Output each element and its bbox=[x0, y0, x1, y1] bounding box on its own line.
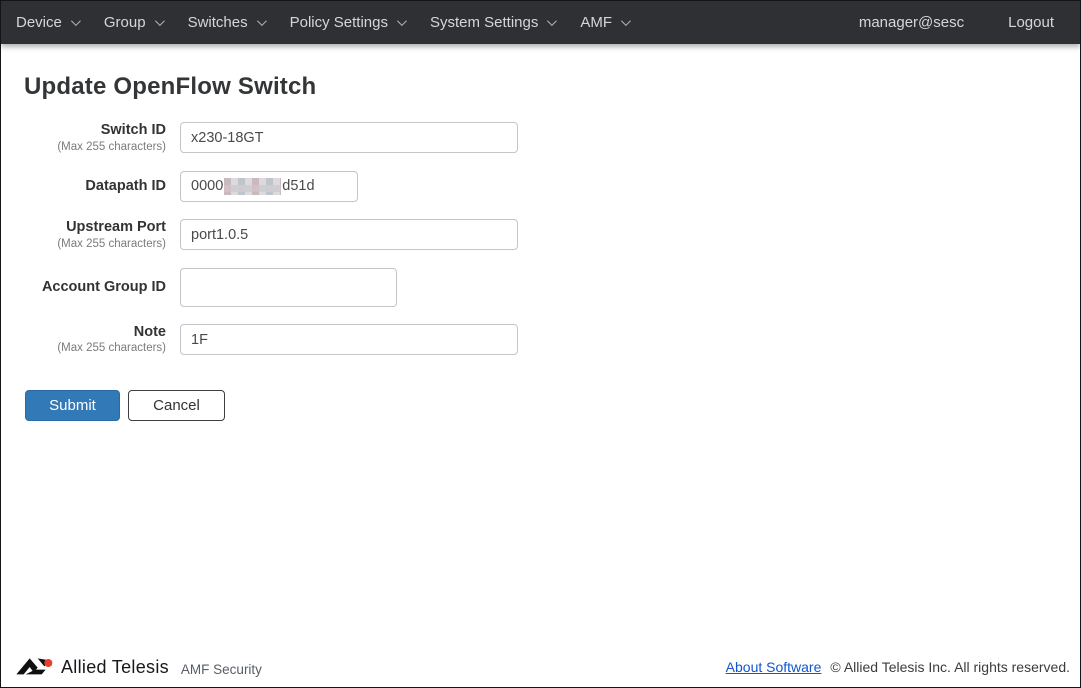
form-row-upstream-port: Upstream Port (Max 255 characters) bbox=[1, 219, 1080, 251]
nav-item-label: Group bbox=[103, 14, 146, 31]
datapath-id-label: Datapath ID bbox=[85, 178, 166, 195]
nav-item-amf[interactable]: AMF bbox=[567, 1, 641, 44]
datapath-id-prefix: 0000 bbox=[191, 178, 224, 195]
chevron-down-icon bbox=[396, 16, 407, 27]
note-label: Note bbox=[133, 323, 166, 340]
account-group-id-input[interactable] bbox=[180, 267, 397, 307]
upstream-port-label: Upstream Port bbox=[66, 218, 166, 235]
brand-block: Allied Telesis AMF Security bbox=[15, 655, 262, 679]
note-input[interactable] bbox=[180, 324, 518, 356]
nav-item-device[interactable]: Device bbox=[3, 1, 91, 44]
form-row-account-group-id: Account Group ID bbox=[1, 267, 1080, 307]
nav-item-switches[interactable]: Switches bbox=[175, 1, 277, 44]
nav-item-label: AMF bbox=[580, 14, 613, 31]
brand-name: Allied Telesis bbox=[61, 656, 169, 677]
redacted-pixelation bbox=[224, 177, 282, 195]
account-group-id-label: Account Group ID bbox=[41, 278, 166, 295]
footer-right: About Software © Allied Telesis Inc. All… bbox=[726, 659, 1070, 675]
nav-item-policy-settings[interactable]: Policy Settings bbox=[277, 1, 417, 44]
nav-right: manager@sesc Logout bbox=[847, 1, 1080, 44]
form-row-note: Note (Max 255 characters) bbox=[1, 324, 1080, 356]
chevron-down-icon bbox=[256, 16, 267, 27]
logout-button[interactable]: Logout bbox=[996, 1, 1066, 44]
form-row-switch-id: Switch ID (Max 255 characters) bbox=[1, 122, 1080, 154]
chevron-down-icon bbox=[154, 16, 165, 27]
form-buttons: Submit Cancel bbox=[25, 389, 1080, 421]
app-window: Device Group Switches Policy Settings Sy… bbox=[0, 0, 1081, 688]
field-label-block: Note (Max 255 characters) bbox=[25, 324, 166, 356]
top-navbar: Device Group Switches Policy Settings Sy… bbox=[1, 1, 1080, 44]
about-software-link[interactable]: About Software bbox=[726, 659, 822, 675]
submit-button[interactable]: Submit bbox=[25, 389, 120, 421]
footer: Allied Telesis AMF Security About Softwa… bbox=[1, 651, 1080, 687]
upstream-port-input[interactable] bbox=[180, 219, 518, 251]
update-openflow-switch-form: Switch ID (Max 255 characters) Datapath … bbox=[1, 122, 1080, 421]
field-label-block: Upstream Port (Max 255 characters) bbox=[25, 219, 166, 251]
datapath-id-input[interactable]: 0000 d51d bbox=[180, 170, 358, 202]
chevron-down-icon bbox=[547, 16, 558, 27]
nav-item-label: Device bbox=[16, 14, 62, 31]
note-note: (Max 255 characters) bbox=[57, 342, 166, 355]
product-name: AMF Security bbox=[180, 661, 262, 677]
logged-in-user: manager@sesc bbox=[858, 14, 965, 31]
nav-item-system-settings[interactable]: System Settings bbox=[417, 1, 567, 44]
copyright-text: © Allied Telesis Inc. All rights reserve… bbox=[830, 659, 1070, 675]
nav-item-group[interactable]: Group bbox=[91, 1, 175, 44]
upstream-port-note: (Max 255 characters) bbox=[57, 237, 166, 250]
switch-id-note: (Max 255 characters) bbox=[57, 140, 166, 153]
nav-menu: Device Group Switches Policy Settings Sy… bbox=[1, 1, 641, 44]
chevron-down-icon bbox=[70, 16, 81, 27]
datapath-id-suffix: d51d bbox=[282, 178, 315, 195]
switch-id-label: Switch ID bbox=[100, 122, 166, 138]
main-content: Update OpenFlow Switch Switch ID (Max 25… bbox=[1, 44, 1080, 687]
page-title: Update OpenFlow Switch bbox=[24, 73, 317, 100]
switch-id-input[interactable] bbox=[180, 122, 518, 154]
field-label-block: Datapath ID bbox=[25, 178, 166, 195]
allied-telesis-logo-icon bbox=[16, 658, 53, 675]
nav-item-label: Policy Settings bbox=[289, 14, 388, 31]
field-label-block: Account Group ID bbox=[25, 279, 166, 296]
chevron-down-icon bbox=[621, 16, 631, 27]
form-row-datapath-id: Datapath ID 0000 d51d bbox=[1, 170, 1080, 202]
nav-item-label: Switches bbox=[187, 14, 248, 31]
cancel-button[interactable]: Cancel bbox=[128, 389, 225, 421]
field-label-block: Switch ID (Max 255 characters) bbox=[25, 122, 166, 154]
nav-item-label: System Settings bbox=[429, 14, 539, 31]
